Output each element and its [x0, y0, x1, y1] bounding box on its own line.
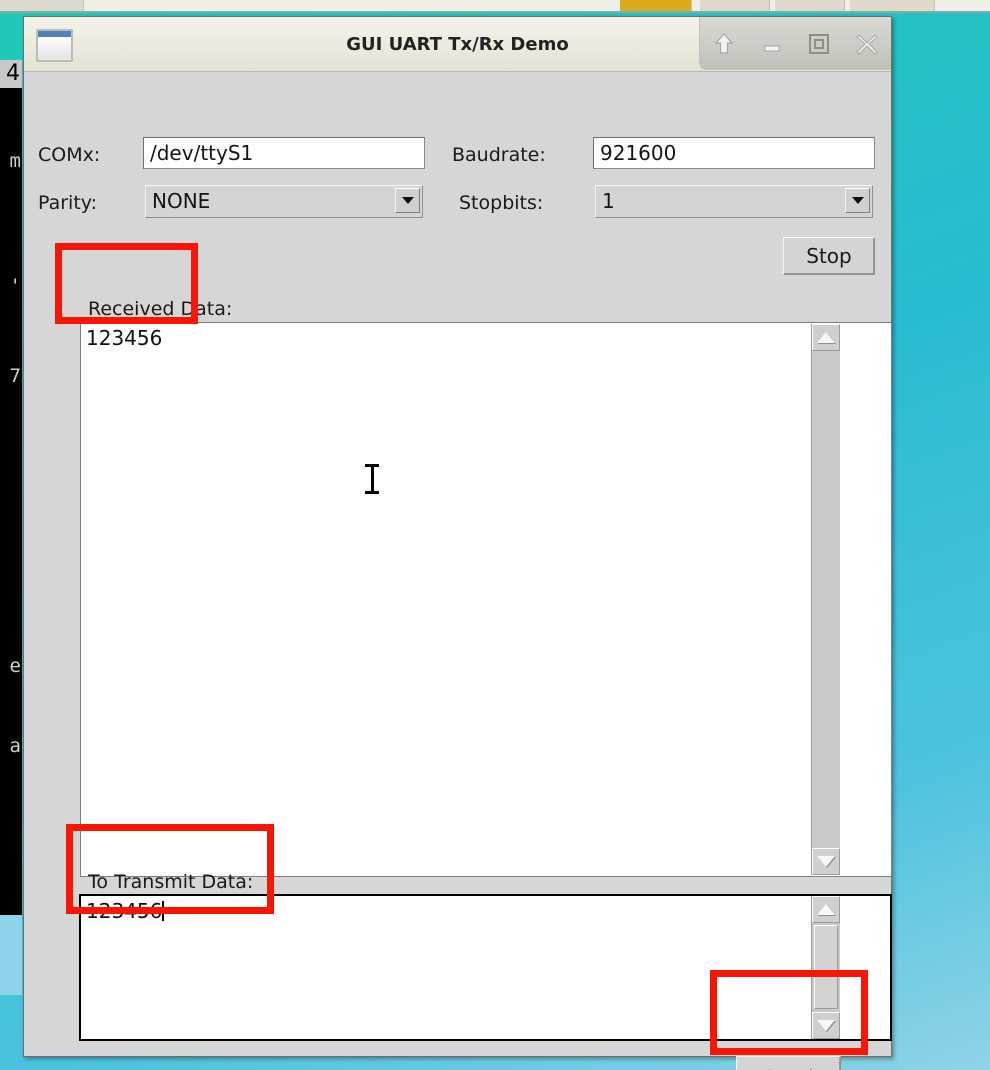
background-terminal-footer: [0, 915, 22, 995]
taskbar-item-5[interactable]: [850, 0, 935, 11]
chevron-down-icon[interactable]: [845, 188, 870, 213]
stopbits-value: 1: [602, 189, 615, 213]
received-data-label: Received Data:: [88, 298, 233, 320]
background-terminal-line: m: [9, 150, 21, 172]
scroll-down-icon[interactable]: [812, 848, 840, 875]
transmit-data-value-wrap: 123456: [86, 898, 165, 924]
received-data-scrollbar[interactable]: [811, 324, 840, 875]
maximize-icon[interactable]: [800, 25, 838, 63]
stop-button[interactable]: Stop: [783, 237, 875, 275]
parity-select[interactable]: NONE: [145, 185, 423, 218]
scroll-up-icon[interactable]: [812, 324, 840, 351]
taskbar-item-3[interactable]: [700, 0, 770, 11]
stopbits-label: Stopbits:: [459, 192, 544, 214]
taskbar-item-2[interactable]: [620, 0, 692, 11]
transmit-data-value: 123456: [86, 899, 163, 923]
desktop-root: 4 m ' 7 e a GUI UART Tx/Rx Demo COMx: /d…: [0, 0, 990, 1070]
taskbar-item-4[interactable]: [775, 0, 845, 11]
text-caret: [162, 901, 165, 921]
window-controls: [699, 17, 891, 70]
transmit-data-scrollbar[interactable]: [811, 896, 840, 1039]
scroll-down-icon[interactable]: [812, 1012, 840, 1039]
transmit-data-textarea[interactable]: 123456: [79, 894, 892, 1041]
taskbar-item-1[interactable]: [0, 0, 84, 11]
parity-value: NONE: [152, 189, 211, 213]
stopbits-select[interactable]: 1: [595, 185, 873, 218]
scrollbar-track[interactable]: [812, 351, 840, 848]
background-terminal-header: 4: [0, 60, 22, 88]
uart-demo-window: GUI UART Tx/Rx Demo COMx: /dev/ttyS1 Bau…: [23, 16, 892, 1070]
transmit-data-label: To Transmit Data:: [88, 871, 254, 893]
taskbar: [0, 0, 990, 13]
scroll-up-icon[interactable]: [812, 896, 840, 923]
background-terminal-line: 7: [9, 365, 21, 387]
scrollbar-thumb[interactable]: [814, 925, 838, 1009]
shade-up-icon[interactable]: [705, 25, 743, 63]
window-client-area: COMx: /dev/ttyS1 Baudrate: 921600 Parity…: [24, 72, 892, 1070]
background-terminal-line: e: [9, 655, 21, 677]
minimize-icon[interactable]: [753, 25, 791, 63]
comx-label: COMx:: [38, 144, 101, 166]
window-titlebar[interactable]: GUI UART Tx/Rx Demo: [24, 17, 891, 72]
background-terminal-window[interactable]: 4 m ' 7 e a: [0, 60, 22, 995]
received-data-value: 123456: [86, 326, 163, 350]
background-terminal-line: ': [9, 275, 21, 297]
baudrate-label: Baudrate:: [452, 144, 546, 166]
baudrate-input[interactable]: 921600: [593, 137, 875, 169]
parity-label: Parity:: [38, 192, 98, 214]
background-terminal-line: a: [9, 735, 21, 757]
send-button[interactable]: Send: [736, 1056, 841, 1070]
chevron-down-icon[interactable]: [395, 188, 420, 213]
mouse-cursor-ibeam: [365, 464, 379, 494]
close-icon[interactable]: [848, 25, 886, 63]
received-data-textarea[interactable]: 123456: [80, 322, 892, 877]
comx-input[interactable]: /dev/ttyS1: [143, 137, 425, 169]
